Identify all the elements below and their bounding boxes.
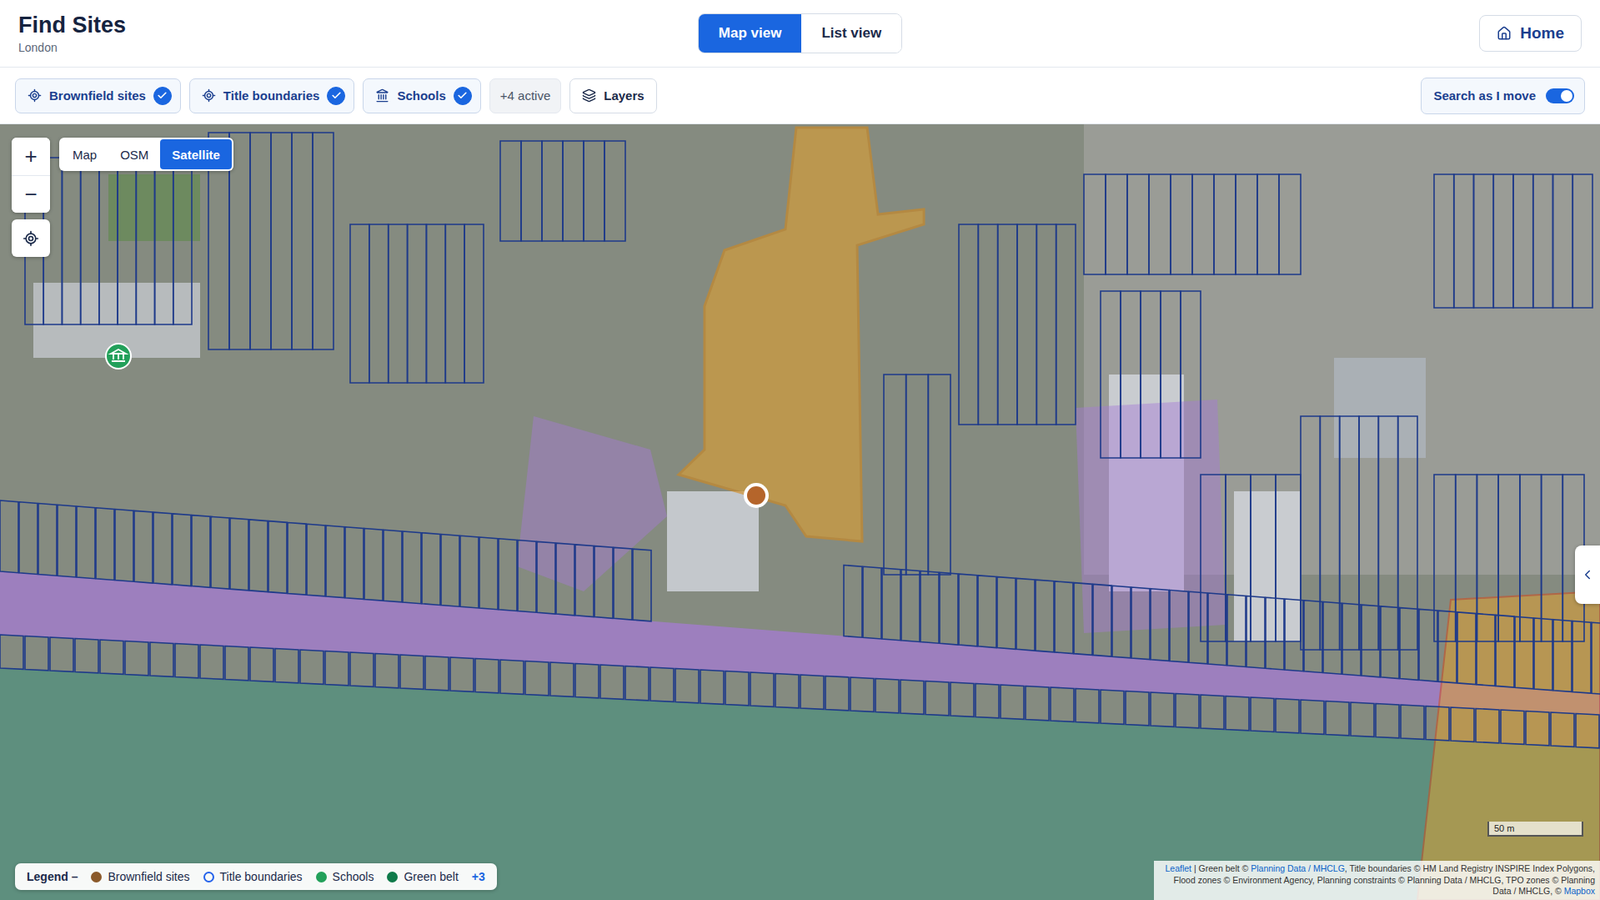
view-switch: Map viewList view	[697, 13, 903, 54]
school-icon	[375, 88, 390, 103]
zoom-out-button[interactable]: −	[11, 175, 51, 213]
zoom-in-button[interactable]: +	[11, 137, 51, 176]
brownfield-site[interactable]	[678, 127, 924, 542]
base-layer-button[interactable]: Satellite	[160, 139, 232, 170]
filter-bar: Brownfield sitesTitle boundariesSchools+…	[0, 67, 1600, 125]
filter-chip[interactable]: Title boundaries	[189, 78, 356, 114]
legend-title: Legend –	[26, 869, 78, 883]
base-layer-button[interactable]: OSM	[108, 139, 161, 170]
chip-check	[453, 86, 472, 106]
title-box: Find SitesLondon	[18, 12, 698, 55]
attribution-link[interactable]: Leaflet	[1165, 862, 1193, 873]
layers-icon	[581, 88, 597, 103]
attribution-link[interactable]: Mapbox	[1564, 885, 1595, 896]
attribution-link[interactable]: Planning Data / MHCLG	[1250, 862, 1345, 873]
legend-swatch	[90, 871, 102, 883]
check-icon	[331, 90, 342, 101]
attribution-text: | Green belt ©	[1191, 862, 1251, 873]
toggle-knob	[1560, 90, 1573, 102]
home-button[interactable]: Home	[1479, 15, 1582, 52]
locate-icon	[22, 230, 40, 247]
chip-check	[326, 86, 346, 106]
search-toggle[interactable]: Search as I move	[1420, 77, 1585, 115]
legend-item: Schools	[315, 869, 375, 883]
base-layer-switch: MapOSMSatellite	[59, 137, 234, 171]
site-pin-icon[interactable]	[743, 482, 769, 508]
panel-toggle[interactable]	[1574, 545, 1600, 604]
map-controls: +−	[11, 137, 51, 257]
legend-item: Green belt	[386, 869, 458, 883]
view-button[interactable]: List view	[801, 14, 902, 53]
legend-swatch	[315, 871, 327, 883]
school-marker-icon[interactable]	[105, 343, 131, 369]
header: Find SitesLondonMap viewList view Home	[0, 0, 1600, 68]
filter-chip[interactable]: Schools	[362, 78, 481, 114]
attribution: Leaflet | Green belt © Planning Data / M…	[1153, 860, 1600, 900]
map-area[interactable]: +−MapOSMSatelliteLegend –Brownfield site…	[0, 124, 1600, 900]
page-subtitle: London	[18, 40, 698, 55]
chip-check	[153, 86, 172, 106]
layers-button[interactable]: Layers	[569, 78, 657, 114]
legend-item: Title boundaries	[203, 869, 303, 883]
check-icon	[156, 90, 168, 101]
target-icon	[27, 88, 42, 103]
target-icon	[201, 88, 216, 103]
base-layer-button[interactable]: Map	[60, 139, 109, 170]
map-canvas[interactable]	[0, 124, 1600, 900]
home-icon	[1496, 25, 1512, 41]
legend-swatch	[203, 871, 215, 883]
toggle-track[interactable]	[1545, 88, 1575, 104]
page-title: Find Sites	[18, 12, 698, 39]
more-filters[interactable]: +4 active	[489, 78, 562, 114]
zoom-group: +−	[11, 137, 51, 213]
locate-button[interactable]	[11, 219, 51, 257]
scale-bar: 50 m	[1487, 821, 1584, 837]
legend-swatch	[386, 871, 398, 883]
chevron-left-icon	[1579, 566, 1595, 583]
filter-chip[interactable]: Brownfield sites	[15, 78, 181, 114]
legend: Legend – Brownfield sites Title boundaries…	[15, 862, 497, 890]
view-button[interactable]: Map view	[698, 14, 803, 53]
header-right: Home	[902, 15, 1582, 52]
find-sites-page: Find SitesLondonMap viewList view Home Bro…	[0, 0, 1600, 900]
legend-more[interactable]: +3	[471, 869, 486, 883]
legend-item: Brownfield sites	[90, 869, 190, 883]
check-icon	[456, 90, 468, 101]
